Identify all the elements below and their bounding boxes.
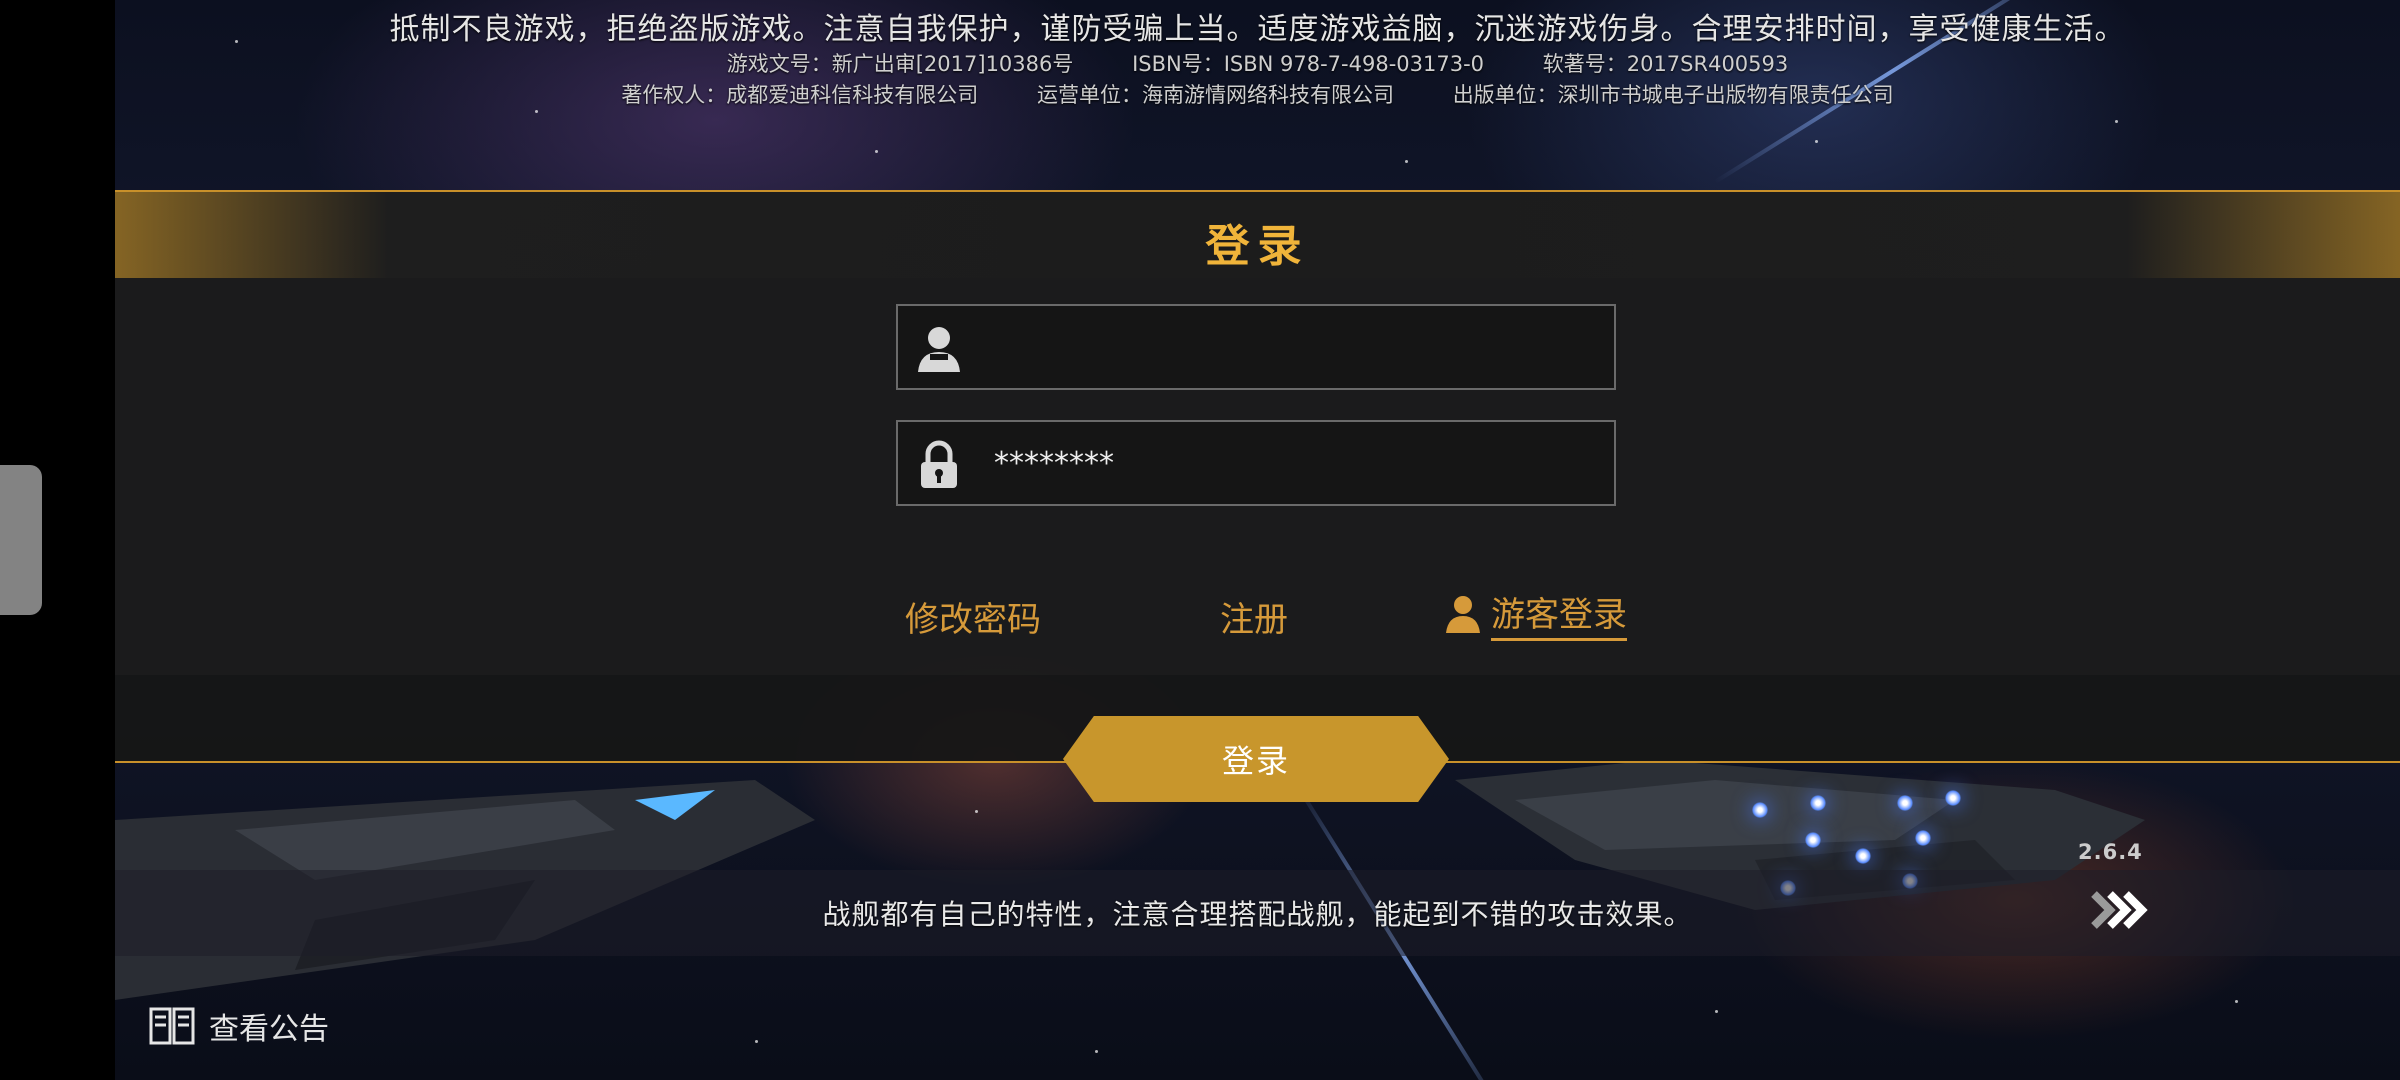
guest-login-link[interactable]: 游客登录: [1445, 584, 1627, 644]
book-icon: [149, 1007, 195, 1045]
star: [875, 150, 878, 153]
company-info-line: 著作权人：成都爱迪科信科技有限公司 运营单位：海南游情网络科技有限公司 出版单位…: [115, 79, 2400, 109]
change-password-link[interactable]: 修改密码: [905, 592, 1041, 641]
star: [1095, 1050, 1098, 1053]
star: [1815, 140, 1818, 143]
user-icon: [918, 327, 960, 372]
lock-icon: [921, 440, 957, 488]
isbn-number: ISBN号：ISBN 978-7-498-03173-0: [1132, 52, 1485, 76]
view-announcement-label: 查看公告: [209, 1012, 329, 1047]
game-screen: 抵制不良游戏，拒绝盗版游戏。注意自我保护，谨防受骗上当。适度游戏益脑，沉迷游戏伤…: [115, 0, 2400, 1080]
engine-glow: [1945, 790, 1961, 806]
username-field[interactable]: [896, 304, 1616, 390]
password-input[interactable]: [994, 422, 1594, 504]
side-floating-tab[interactable]: [0, 465, 42, 615]
version-label: 2.6.4: [2078, 840, 2143, 864]
star: [975, 810, 978, 813]
operator-company: 运营单位：海南游情网络科技有限公司: [1037, 83, 1394, 107]
engine-glow: [1915, 830, 1931, 846]
star: [755, 1040, 758, 1043]
gameplay-tip: 战舰都有自己的特性，注意合理搭配战舰，能起到不错的攻击效果。: [822, 898, 1693, 931]
next-tip-button[interactable]: [2088, 888, 2158, 938]
password-field[interactable]: [896, 420, 1616, 506]
publication-info-line: 游戏文号：新广出审[2017]10386号 ISBN号：ISBN 978-7-4…: [115, 48, 2400, 78]
star: [535, 110, 538, 113]
login-panel: 登录 修改密码 注册 游客登录: [115, 190, 2400, 675]
engine-glow: [1855, 848, 1871, 864]
star: [1405, 160, 1408, 163]
star: [2115, 120, 2118, 123]
double-chevron-right-icon: [2091, 891, 2148, 929]
star: [2235, 1000, 2238, 1003]
login-button-label: 登录: [1221, 742, 1290, 780]
login-button[interactable]: 登录: [1063, 716, 1449, 802]
guest-user-icon: [1446, 596, 1480, 633]
engine-glow: [1810, 795, 1826, 811]
register-link[interactable]: 注册: [1220, 592, 1288, 641]
login-panel-title: 登录: [1205, 221, 1310, 272]
guest-login-label: 游客登录: [1491, 587, 1627, 641]
copyright-owner: 著作权人：成都爱迪科信科技有限公司: [621, 83, 979, 107]
engine-glow: [1897, 795, 1913, 811]
approval-number: 游戏文号：新广出审[2017]10386号: [726, 52, 1074, 76]
username-input[interactable]: [994, 306, 1594, 388]
engine-glow: [1805, 832, 1821, 848]
star: [1715, 1010, 1718, 1013]
login-panel-header: 登录: [115, 192, 2400, 278]
left-black-strip: [0, 0, 115, 1080]
engine-glow: [1752, 802, 1768, 818]
health-notice: 抵制不良游戏，拒绝盗版游戏。注意自我保护，谨防受骗上当。适度游戏益脑，沉迷游戏伤…: [389, 12, 2126, 47]
software-copyright-number: 软著号：2017SR400593: [1542, 52, 1789, 76]
view-announcement-button[interactable]: 查看公告: [149, 1004, 329, 1048]
publisher-company: 出版单位：深圳市书城电子出版物有限责任公司: [1452, 83, 1894, 107]
